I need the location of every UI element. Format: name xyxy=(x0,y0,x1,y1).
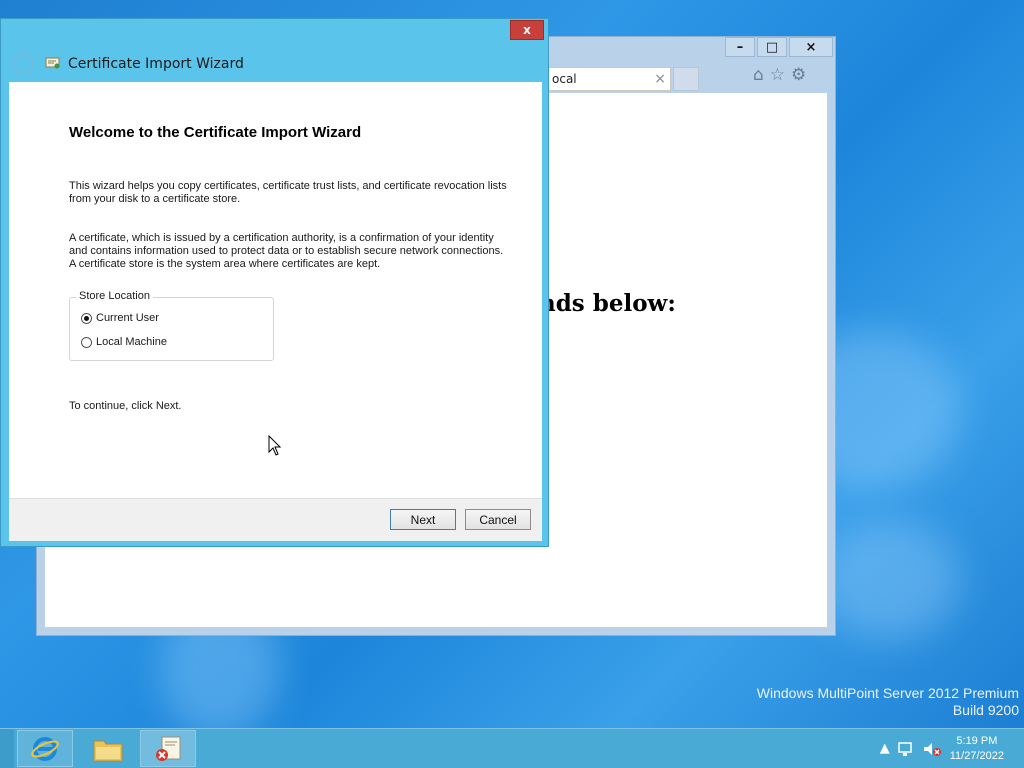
browser-tab[interactable]: ocal × xyxy=(547,67,671,91)
wizard-heading: Welcome to the Certificate Import Wizard xyxy=(69,124,362,141)
folder-icon xyxy=(93,740,123,761)
internet-explorer-icon xyxy=(31,736,59,761)
tab-title: ocal xyxy=(552,72,577,86)
next-button[interactable]: Next xyxy=(390,509,456,530)
cancel-button[interactable]: Cancel xyxy=(465,509,531,530)
maximize-button[interactable]: □ xyxy=(757,37,787,57)
radio-local-machine[interactable]: Local Machine xyxy=(81,336,167,348)
browser-title-buttons: – □ × xyxy=(725,37,835,59)
certificate-import-wizard: x Certificate Import Wizard Welcome to t… xyxy=(0,18,549,547)
close-button[interactable]: × xyxy=(789,37,833,57)
wizard-footer: Next Cancel xyxy=(9,498,542,541)
radio-label: Local Machine xyxy=(96,336,167,348)
taskbar: ▲ 5:19 PM 11/27/2022 xyxy=(0,728,1024,768)
taskbar-certificate-manager[interactable] xyxy=(140,730,196,767)
mouse-cursor-icon xyxy=(268,435,282,456)
close-button[interactable]: x xyxy=(510,20,544,40)
certificate-error-icon xyxy=(156,736,181,761)
new-tab-button[interactable] xyxy=(673,67,699,91)
clock[interactable]: 5:19 PM 11/27/2022 xyxy=(950,734,1004,764)
gear-icon[interactable]: ⚙ xyxy=(791,65,806,85)
taskbar-edge xyxy=(0,729,14,768)
store-location-group: Store Location Current User Local Machin… xyxy=(69,290,274,361)
background-light xyxy=(820,520,960,640)
radio-button[interactable] xyxy=(81,336,92,348)
system-tray: ▲ 5:19 PM 11/27/2022 xyxy=(880,729,1024,768)
desktop: – □ × ocal × ⌂ ☆ ⚙ nds below: x Certific… xyxy=(0,0,1024,768)
star-icon[interactable]: ☆ xyxy=(770,65,785,85)
os-branding: Windows MultiPoint Server 2012 Premium B… xyxy=(757,685,1019,719)
os-build: Build 9200 xyxy=(952,702,1019,718)
clock-time: 5:19 PM xyxy=(956,734,998,747)
continue-text: To continue, click Next. xyxy=(69,400,182,412)
home-icon[interactable]: ⌂ xyxy=(753,65,764,85)
network-icon[interactable] xyxy=(898,741,916,757)
clock-date: 11/27/2022 xyxy=(949,749,1004,762)
explanation-text: A certificate, which is issued by a cert… xyxy=(69,232,504,270)
radio-current-user[interactable]: Current User xyxy=(81,312,159,324)
back-arrow-button[interactable] xyxy=(13,54,33,74)
page-heading: nds below: xyxy=(539,290,676,317)
radio-button-selected[interactable] xyxy=(81,312,92,324)
taskbar-internet-explorer[interactable] xyxy=(17,730,73,767)
os-edition: Windows MultiPoint Server 2012 Premium xyxy=(756,685,1019,701)
volume-muted-icon[interactable] xyxy=(922,741,942,757)
tab-close-icon[interactable]: × xyxy=(654,71,666,87)
minimize-button[interactable]: – xyxy=(725,37,755,57)
show-hidden-icons-arrow[interactable]: ▲ xyxy=(880,741,890,756)
radio-label: Current User xyxy=(96,312,159,324)
taskbar-file-explorer[interactable] xyxy=(80,730,136,767)
browser-toolbar-icons: ⌂ ☆ ⚙ xyxy=(753,65,806,85)
intro-text: This wizard helps you copy certificates,… xyxy=(69,180,507,205)
wizard-title: Certificate Import Wizard xyxy=(68,56,244,72)
store-location-legend: Store Location xyxy=(76,290,153,302)
certificate-icon xyxy=(45,57,60,69)
